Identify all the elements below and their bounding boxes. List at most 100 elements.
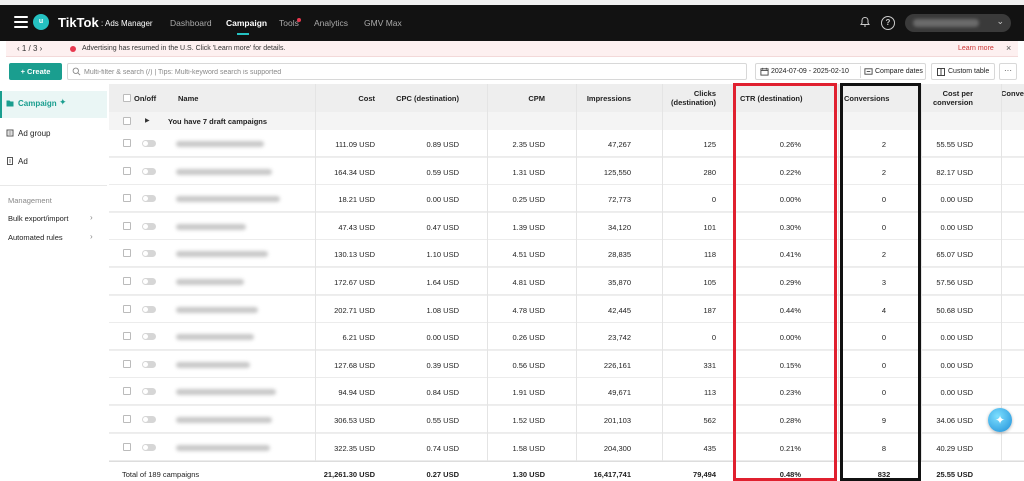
brand-logo[interactable]: TikTok [58,15,99,30]
campaign-name-redacted[interactable] [176,361,250,368]
cell-cpm: 1.91 USD [512,388,545,398]
table-icon [937,68,945,76]
date-range-value: 2024-07-09 - 2025-02-10 [771,68,849,75]
cell-cpc: 0.39 USD [426,360,459,370]
ai-assistant-button[interactable]: ✦ [988,408,1012,432]
status-toggle[interactable] [142,222,156,230]
select-all-checkbox[interactable] [123,94,131,102]
row-checkbox[interactable] [123,442,131,451]
row-checkbox[interactable] [123,221,131,230]
user-avatar[interactable]: u [33,14,49,30]
status-toggle[interactable] [142,443,156,451]
campaign-name-redacted[interactable] [176,141,264,147]
sidebar-item-ad[interactable]: Ad [0,149,107,176]
expand-caret-icon[interactable]: ▶ [145,117,150,124]
status-toggle[interactable] [142,333,156,341]
close-icon[interactable]: × [1006,43,1011,53]
hamburger-menu-icon[interactable] [14,16,28,28]
row-checkbox[interactable] [123,166,131,175]
learn-more-link[interactable]: Learn more [958,45,994,52]
campaign-name-redacted[interactable] [176,334,254,341]
status-toggle[interactable] [142,250,156,258]
date-range-picker[interactable]: 2024-07-09 - 2025-02-10 Compare dates [755,63,926,80]
sidebar-item-campaign[interactable]: Campaign ✦ [0,91,107,118]
cell-cost-per-conversion: 40.29 USD [936,443,973,453]
nav-tools[interactable]: Tools [279,18,299,28]
cell-clicks: 118 [704,250,716,260]
campaign-name-redacted[interactable] [176,196,280,203]
status-toggle[interactable] [142,388,156,396]
row-checkbox[interactable] [123,249,131,258]
cell-clicks: 113 [704,388,716,398]
status-toggle[interactable] [142,167,156,175]
campaign-name-redacted[interactable] [176,444,270,451]
total-cost: 21,261.30 USD [323,470,375,479]
search-input[interactable] [84,66,734,78]
cell-cost-per-conversion: 65.07 USD [936,250,973,260]
status-toggle[interactable] [142,305,156,313]
sidebar-item-label: Campaign [18,99,57,108]
cell-cpc: 0.55 USD [426,416,459,425]
cell-cost: 164.34 USD [334,167,375,177]
cell-cost-per-conversion: 0.00 USD [940,195,973,205]
row-checkbox[interactable] [123,332,131,341]
row-checkbox[interactable] [123,387,131,396]
status-toggle[interactable] [142,195,156,203]
sidebar-item-bulk-export[interactable]: Bulk export/import [8,214,68,223]
row-checkbox[interactable] [123,415,131,423]
status-toggle[interactable] [142,140,156,147]
sidebar-item-ad-group[interactable]: Ad group [0,121,107,148]
campaign-name-redacted[interactable] [176,389,276,396]
nav-campaign[interactable]: Campaign [226,18,267,28]
cell-clicks: 105 [703,278,716,287]
cell-cpc: 0.47 USD [426,222,459,232]
cell-cpc: 1.10 USD [426,250,459,260]
cell-cpc: 0.00 USD [426,195,459,205]
row-checkbox[interactable] [123,139,131,147]
banner-message: Advertising has resumed in the U.S. Clic… [82,45,286,52]
create-button[interactable]: + Create [9,63,62,80]
bell-icon[interactable] [858,16,872,30]
cell-cpm: 2.35 USD [512,140,545,149]
campaign-name-redacted[interactable] [176,168,272,175]
cell-cost: 202.71 USD [334,305,375,315]
nav-active-underline [237,33,249,35]
search-box[interactable] [67,63,747,80]
status-toggle[interactable] [142,278,156,285]
tools-notification-dot [297,18,301,22]
campaign-name-redacted[interactable] [176,279,244,285]
cell-cost: 127.68 USD [334,360,375,370]
cell-cost: 130.13 USD [334,250,375,260]
compare-dates-button[interactable]: Compare dates [875,68,923,75]
top-navbar: u TikTok : Ads Manager Dashboard Campaig… [0,5,1024,41]
status-toggle[interactable] [142,416,156,423]
status-toggle[interactable] [142,360,156,368]
cell-cpm: 4.51 USD [512,250,545,260]
nav-dashboard[interactable]: Dashboard [170,18,212,28]
row-checkbox[interactable] [123,194,131,203]
banner-pager[interactable]: ‹ 1 / 3 › [17,44,42,53]
campaign-name-redacted[interactable] [176,306,258,313]
column-separator [576,84,577,481]
row-checkbox[interactable] [123,304,131,313]
cell-clicks: 435 [703,443,716,453]
campaign-name-redacted[interactable] [176,417,272,423]
nav-gmv-max[interactable]: GMV Max [364,18,402,28]
row-checkbox[interactable] [123,277,131,285]
nav-analytics[interactable]: Analytics [314,18,348,28]
cell-clicks: 0 [711,195,716,205]
cell-cpm: 0.56 USD [512,360,545,370]
custom-table-button[interactable]: Custom table [931,63,995,80]
account-selector[interactable]: ⌄ [905,14,1011,32]
help-icon[interactable]: ? [881,16,895,30]
cell-cpc: 1.08 USD [426,305,459,315]
cell-cpc: 0.00 USD [426,333,459,343]
more-options-button[interactable]: ··· [999,63,1017,80]
row-checkbox[interactable] [123,359,131,368]
sidebar-item-automated-rules[interactable]: Automated rules [8,233,63,242]
cell-clicks: 0 [711,333,716,343]
campaign-name-redacted[interactable] [176,223,246,230]
campaign-name-redacted[interactable] [176,251,268,258]
total-label: Total of 189 campaigns [122,470,200,479]
draft-checkbox[interactable] [123,117,131,125]
